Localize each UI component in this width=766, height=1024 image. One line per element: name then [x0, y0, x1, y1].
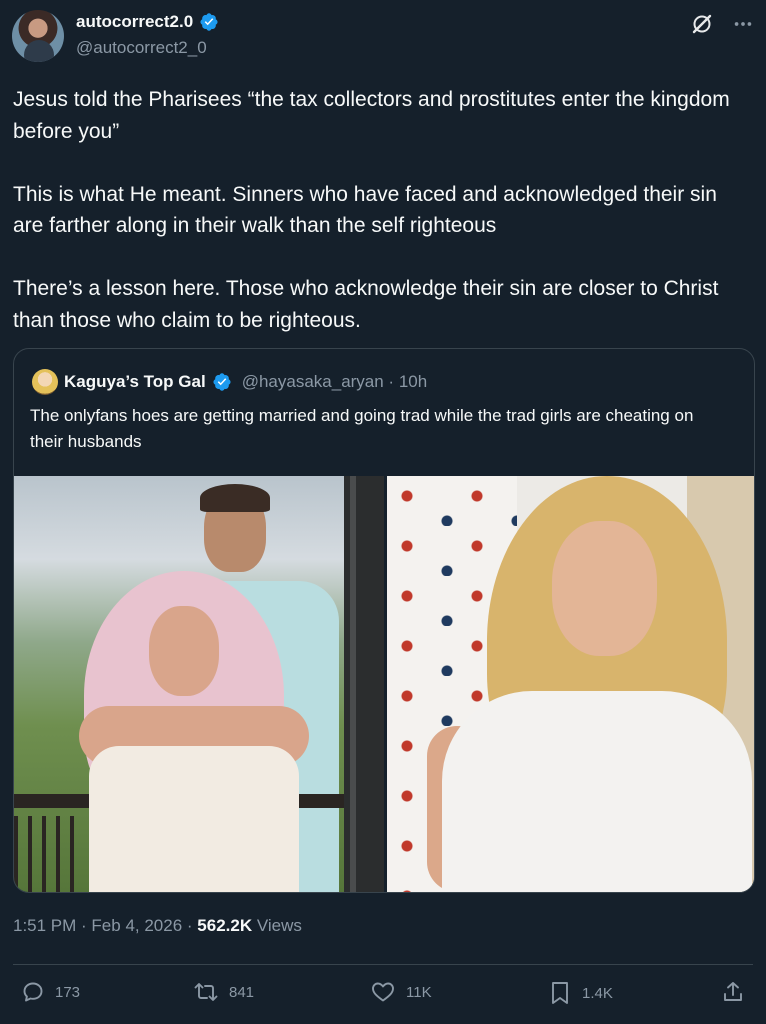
photo-figure-man-hair — [200, 484, 270, 512]
reply-icon — [23, 982, 43, 1002]
tweet-time[interactable]: 1:51 PM — [13, 916, 76, 935]
author-display-name[interactable]: autocorrect2.0 — [76, 12, 193, 32]
bookmark-button[interactable]: 1.4K — [548, 980, 613, 1006]
reply-count: 173 — [55, 983, 81, 1001]
like-button[interactable]: 11K — [370, 980, 432, 1004]
tweet-paragraph: This is what He meant. Sinners who have … — [13, 182, 717, 238]
tweet-header: autocorrect2.0 @autocorrect2_0 — [12, 10, 754, 66]
quoted-author-display-name: Kaguya’s Top Gal — [64, 372, 206, 391]
tweet-text: Jesus told the Pharisees “the tax collec… — [13, 84, 753, 336]
heart-icon — [372, 982, 394, 1002]
like-count: 11K — [406, 983, 432, 1001]
repost-button[interactable]: 841 — [193, 980, 254, 1004]
top-actions — [690, 12, 754, 36]
meta-separator: · — [182, 916, 198, 935]
tweet-date[interactable]: Feb 4, 2026 — [91, 916, 182, 935]
grok-icon[interactable] — [690, 12, 714, 36]
quoted-tweet-photos — [14, 476, 754, 892]
bookmark-icon — [552, 982, 568, 1004]
divider — [13, 964, 753, 965]
photo-figure-top — [442, 691, 752, 892]
woman-photo[interactable] — [387, 476, 754, 892]
quoted-author-avatar — [32, 369, 58, 395]
meta-separator: · — [76, 916, 92, 935]
bookmark-count: 1.4K — [582, 984, 613, 1002]
author-name-row: autocorrect2.0 — [76, 12, 219, 32]
photo-figure-woman-face — [149, 606, 219, 696]
quoted-tweet-header: Kaguya’s Top Gal @hayasaka_aryan · 10h — [32, 369, 427, 395]
more-options-icon[interactable] — [732, 13, 754, 35]
author-avatar[interactable] — [12, 10, 64, 62]
couple-photo[interactable] — [14, 476, 384, 892]
photo-railing-bars — [14, 816, 74, 892]
quoted-tweet[interactable]: Kaguya’s Top Gal @hayasaka_aryan · 10h T… — [13, 348, 755, 893]
share-button[interactable] — [721, 980, 745, 1004]
tweet-paragraph: There’s a lesson here. Those who acknowl… — [13, 277, 719, 332]
quoted-author-handle-time: @hayasaka_aryan · 10h — [241, 372, 428, 391]
views-label: Views — [252, 916, 302, 935]
verified-badge-icon — [200, 13, 218, 31]
action-bar: 173 841 11K 1.4K — [13, 980, 753, 1016]
repost-icon — [194, 983, 218, 1001]
quoted-tweet-text: The onlyfans hoes are getting married an… — [30, 406, 694, 451]
photo-window-frame — [344, 476, 384, 892]
reply-button[interactable]: 173 — [21, 980, 80, 1004]
photo-figure-face — [552, 521, 657, 656]
tweet-meta: 1:51 PM · Feb 4, 2026 · 562.2K Views — [13, 916, 302, 936]
share-icon — [724, 982, 742, 1001]
verified-badge-icon — [213, 373, 231, 391]
photo-figure-woman-dress — [89, 746, 299, 892]
views-count: 562.2K — [197, 916, 253, 935]
author-handle[interactable]: @autocorrect2_0 — [76, 38, 207, 58]
repost-count: 841 — [229, 983, 255, 1001]
tweet-paragraph: Jesus told the Pharisees “the tax collec… — [13, 88, 730, 143]
